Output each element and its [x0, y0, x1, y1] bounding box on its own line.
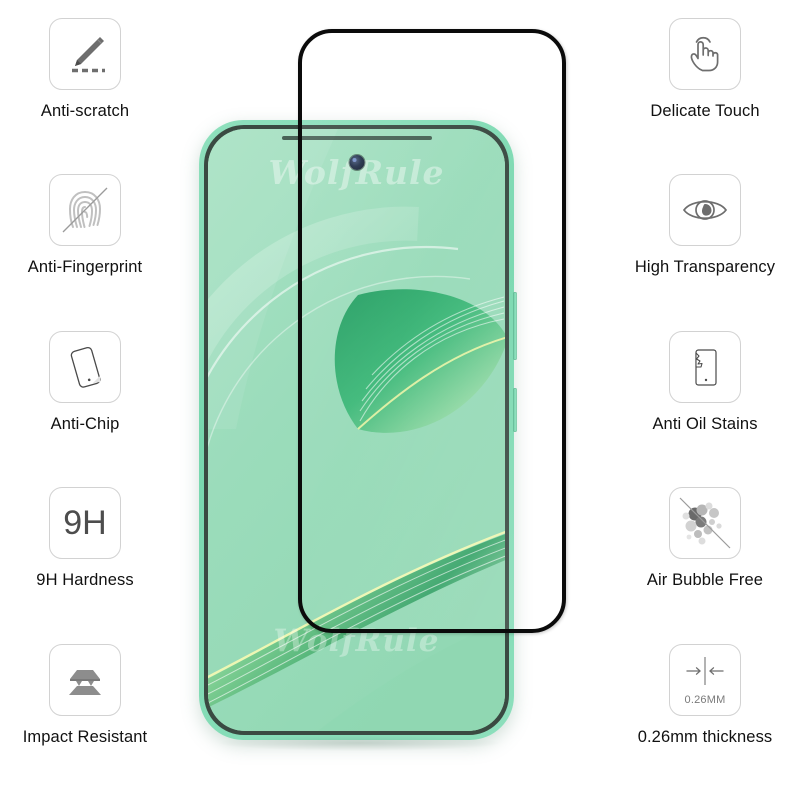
feature-anti-chip: Anti-Chip: [0, 330, 170, 487]
anti-oil-stains-icon-box: [669, 330, 741, 403]
feature-label: Anti-scratch: [40, 102, 130, 120]
feature-anti-scratch: Anti-scratch: [0, 18, 170, 174]
product-feature-graphic: Anti-scratch Anti-Fingerprint Anti-Chip …: [0, 0, 800, 800]
feature-label: 0.26mm thickness: [637, 727, 773, 746]
air-bubble-icon-box: [669, 487, 741, 560]
high-transparency-icon-box: [669, 174, 741, 247]
thickness-icon-box: 0.26MM: [669, 643, 741, 716]
feature-label: 9H Hardness: [36, 571, 134, 590]
hardness-icon-box: 9H: [49, 487, 121, 560]
feature-label: Anti Oil Stains: [652, 414, 758, 433]
phone-with-protector: WolfRule WolfRule: [175, 0, 625, 800]
feature-9h-hardness: 9H 9H Hardness: [0, 487, 170, 643]
feature-high-transparency: High Transparency: [610, 174, 800, 330]
hardness-9h-icon: 9H: [63, 504, 107, 543]
feature-delicate-touch: Delicate Touch: [610, 18, 800, 174]
thickness-icon: [686, 656, 724, 685]
feature-label: Delicate Touch: [650, 102, 760, 120]
delicate-touch-icon-box: [669, 18, 741, 90]
feature-label: Anti-Chip: [50, 414, 120, 433]
feature-label: Anti-Fingerprint: [27, 258, 143, 277]
left-feature-column: Anti-scratch Anti-Fingerprint Anti-Chip …: [0, 0, 170, 800]
feature-thickness: 0.26MM 0.26mm thickness: [610, 643, 800, 800]
anti-fingerprint-icon-box: [49, 174, 121, 247]
feature-impact-resistant: Impact Resistant: [0, 643, 170, 800]
feature-anti-oil-stains: Anti Oil Stains: [610, 330, 800, 487]
impact-layers-icon: [69, 669, 101, 695]
air-bubble-icon: [679, 497, 731, 549]
touch-hand-icon: [690, 36, 719, 72]
impact-icon-box: [49, 643, 121, 716]
feature-label: Impact Resistant: [22, 727, 148, 746]
right-feature-column: Delicate Touch High Transparency Anti Oi…: [610, 0, 800, 800]
feature-label: High Transparency: [634, 258, 776, 277]
eye-icon: [682, 200, 728, 221]
thickness-badge-text: 0.26MM: [684, 693, 726, 706]
fingerprint-icon: [62, 187, 108, 233]
oil-stain-phone-icon: [695, 349, 717, 386]
feature-air-bubble-free: Air Bubble Free: [610, 487, 800, 643]
anti-chip-icon-box: [49, 330, 121, 403]
phone-drop-shadow: [219, 735, 499, 751]
anti-scratch-icon-box: [49, 18, 121, 90]
feature-anti-fingerprint: Anti-Fingerprint: [0, 174, 170, 330]
scratch-pen-icon: [72, 37, 105, 73]
protector-glass-tint: [302, 33, 562, 629]
feature-label: Air Bubble Free: [646, 571, 764, 590]
screen-protector-overlay: [298, 29, 566, 633]
phone-chip-icon: [70, 346, 101, 388]
